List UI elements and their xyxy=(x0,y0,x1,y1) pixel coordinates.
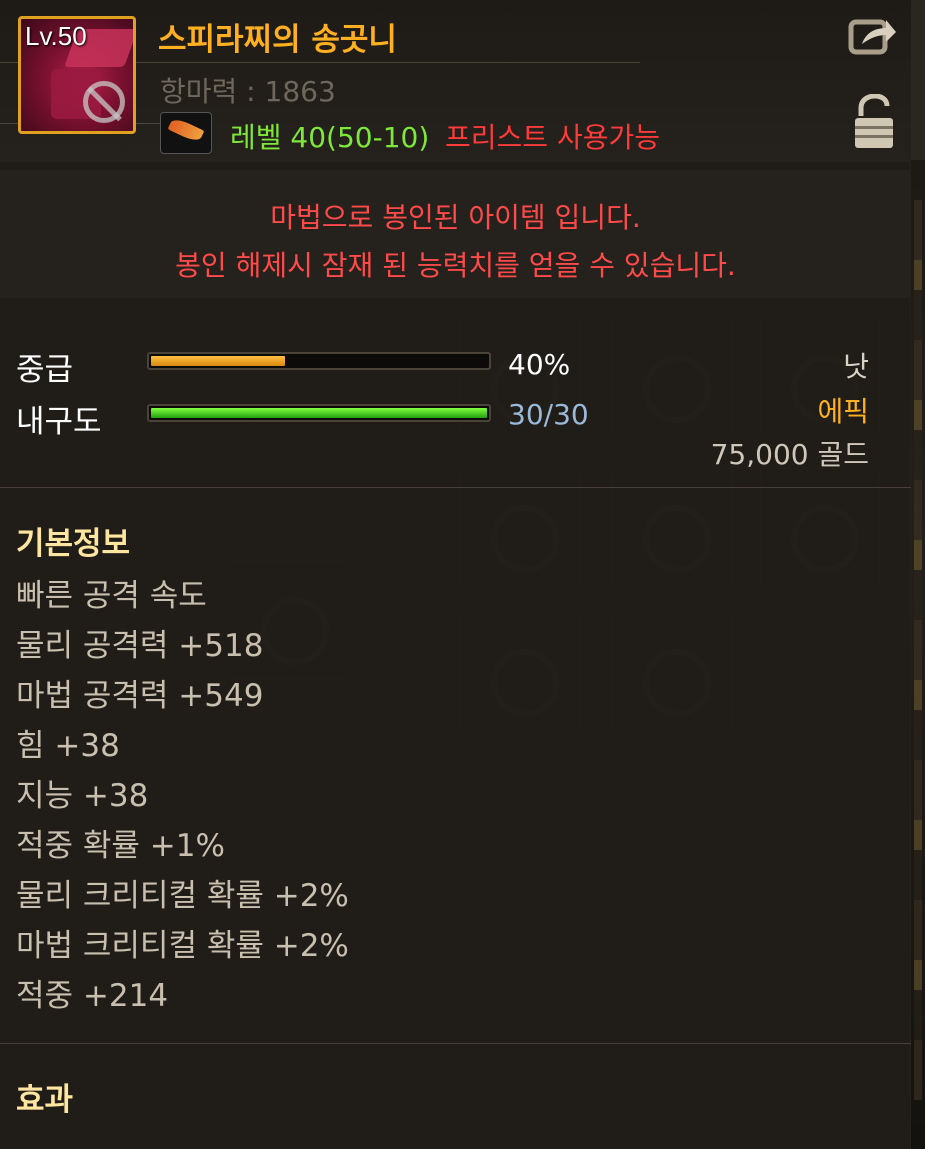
basic-info-stats: 빠른 공격 속도 물리 공격력 +518 마법 공격력 +549 힘 +38 지… xyxy=(16,576,349,1026)
section-divider xyxy=(0,487,911,488)
section-divider xyxy=(0,1043,911,1044)
grade-bar-fill xyxy=(151,356,285,366)
item-rarity: 에픽 xyxy=(817,395,869,428)
stat-row: 적중 확률 +1% xyxy=(16,828,225,864)
item-level-badge: Lv.50 xyxy=(25,21,87,51)
grade-label: 중급 xyxy=(16,352,74,388)
share-icon[interactable] xyxy=(848,14,898,56)
durability-label: 내구도 xyxy=(16,404,102,440)
grade-value: 40% xyxy=(508,348,571,381)
tooltip-header: Lv.50 스피라찌의 송곳니 항마력 : 1863 레벨 40(50-10) … xyxy=(0,0,911,162)
durability-bar-fill xyxy=(151,408,487,418)
sealed-notice: 마법으로 봉인된 아이템 입니다. 봉인 해제시 잠재 된 능력치를 얻을 수 … xyxy=(0,170,911,298)
dagger-item-icon[interactable]: Lv.50 xyxy=(18,16,136,134)
durability-value: 30/30 xyxy=(508,398,589,431)
basic-info-title: 기본정보 xyxy=(16,526,131,562)
durability-bar xyxy=(147,404,491,422)
stat-row: 마법 크리티컬 확률 +2% xyxy=(16,928,349,964)
item-price: 75,000 골드 xyxy=(710,438,869,471)
grade-bar xyxy=(147,352,491,370)
item-tooltip: Lv.50 스피라찌의 송곳니 항마력 : 1863 레벨 40(50-10) … xyxy=(0,0,911,1149)
stat-row: 힘 +38 xyxy=(16,728,120,764)
prohibited-icon xyxy=(83,81,125,123)
required-level: 레벨 40(50-10) xyxy=(230,121,430,154)
stat-row: 물리 크리티컬 확률 +2% xyxy=(16,878,349,914)
effects-title: 효과 xyxy=(16,1082,74,1118)
item-name: 스피라찌의 송곳니 xyxy=(158,22,397,58)
item-type: 낫 xyxy=(843,350,869,383)
required-class: 프리스트 사용가능 xyxy=(445,121,660,154)
seal-power-text: 항마력 : 1863 xyxy=(160,75,336,108)
sealed-notice-line: 마법으로 봉인된 아이템 입니다. xyxy=(270,201,641,234)
sealed-notice-line: 봉인 해제시 잠재 된 능력치를 얻을 수 있습니다. xyxy=(175,249,736,282)
stat-row: 빠른 공격 속도 xyxy=(16,578,207,614)
stat-row: 지능 +38 xyxy=(16,778,149,814)
priest-feather-icon xyxy=(160,112,212,154)
stat-row: 물리 공격력 +518 xyxy=(16,628,264,664)
unlock-icon[interactable] xyxy=(853,94,895,150)
side-scroll-strip xyxy=(910,160,925,1149)
stat-row: 적중 +214 xyxy=(16,978,169,1014)
stat-row: 마법 공격력 +549 xyxy=(16,678,264,714)
